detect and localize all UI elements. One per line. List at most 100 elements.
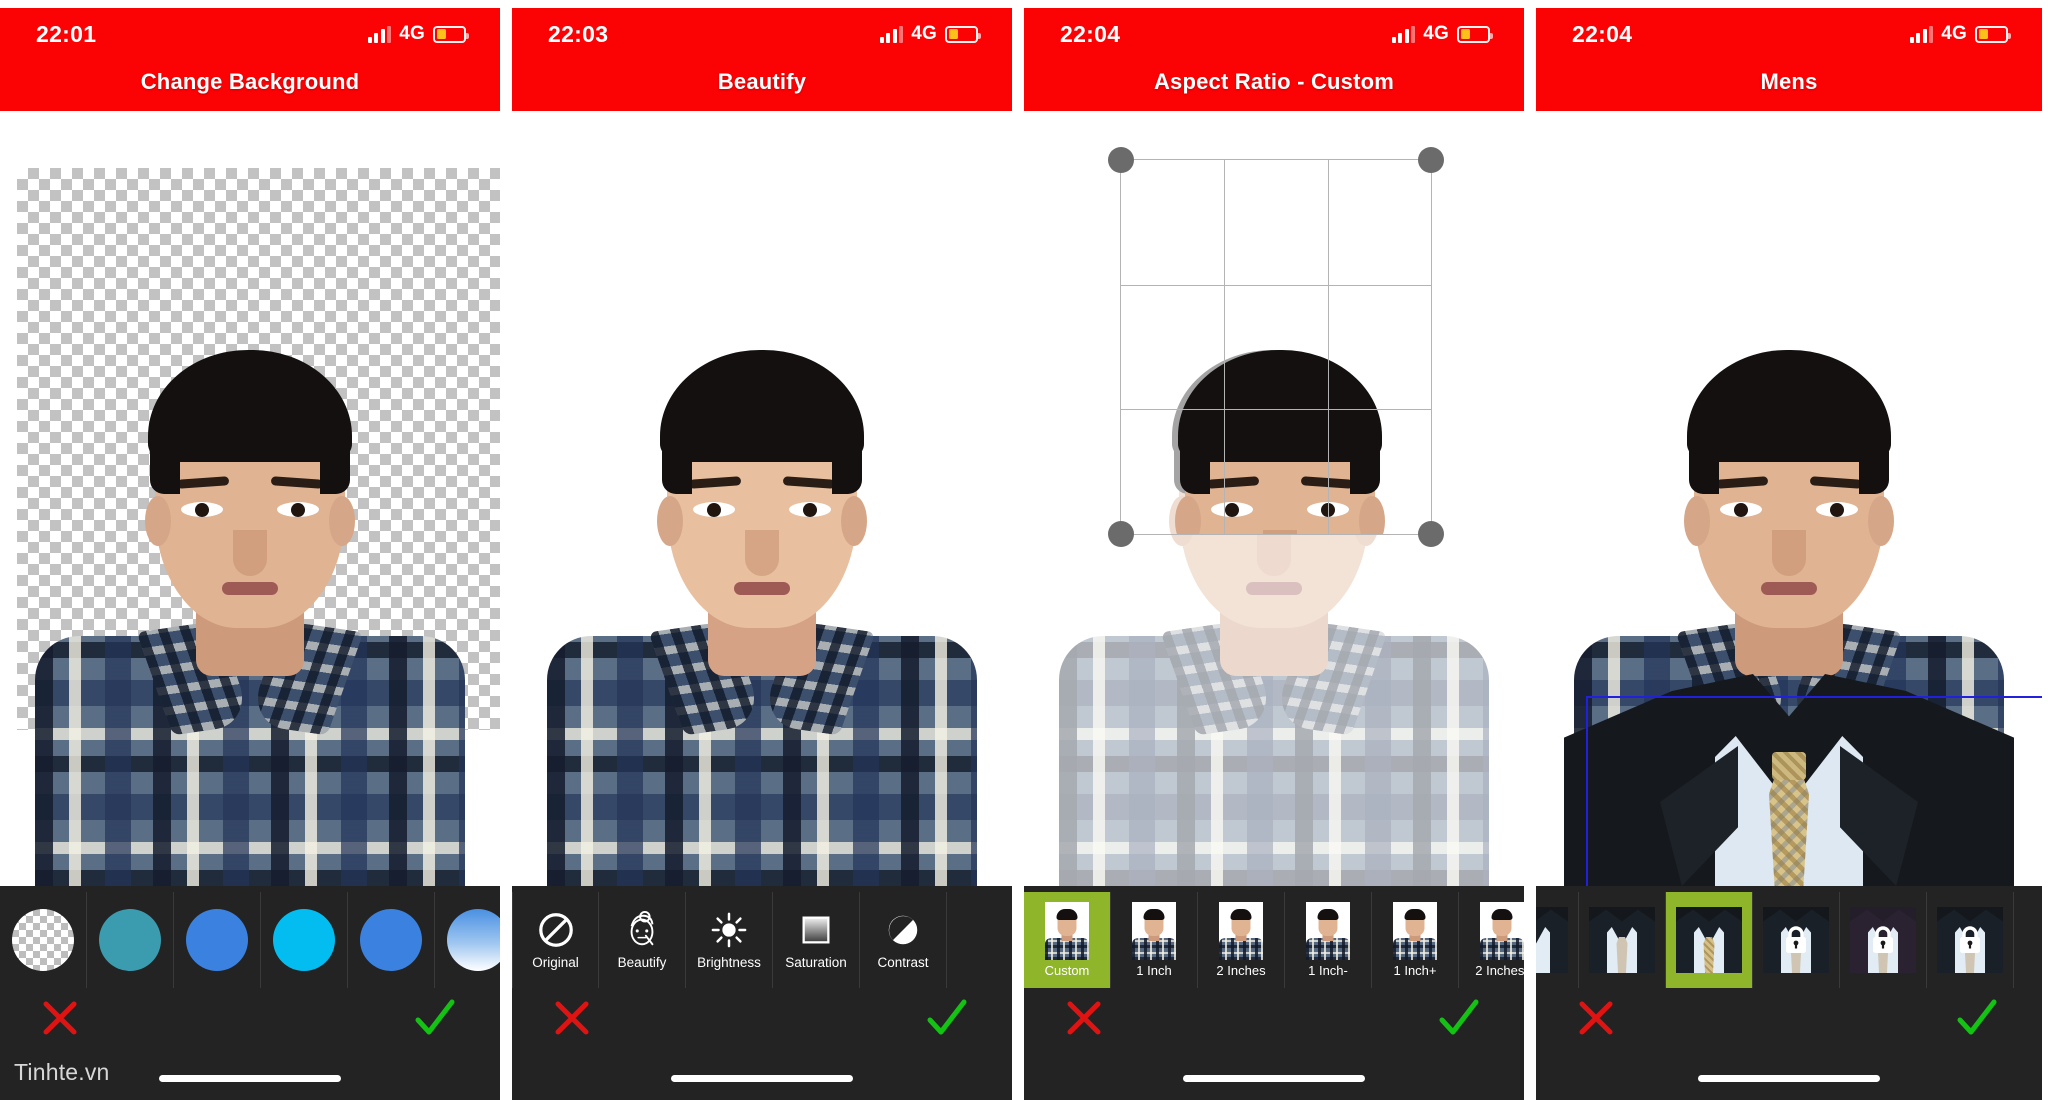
ratio-label: 1 Inch- [1308,963,1348,978]
lock-icon [1873,926,1893,953]
ratio-thumbnail [1219,902,1263,960]
ratio-item-2-inches[interactable]: 2 Inches [1198,892,1285,988]
crop-handle-bottom-left[interactable] [1108,521,1134,547]
ratio-preset-strip[interactable]: Custom 1 Inch 2 Inches 1 Inch- 1 Inch+ 2… [1024,892,1524,988]
app-header: 22:04 4G Mens [1536,8,2042,111]
ratio-item-1-inch-plus[interactable]: 1 Inch+ [1372,892,1459,988]
suit-thumbnail [1536,907,1568,973]
ratio-label: 1 Inch+ [1393,963,1437,978]
suit-item-3[interactable] [1666,892,1753,988]
person-figure [35,321,465,886]
tool-item-saturation[interactable]: Saturation [773,892,860,988]
status-time: 22:04 [1572,20,1633,47]
crop-handle-top-right[interactable] [1418,147,1444,173]
confirm-button[interactable] [410,994,458,1042]
home-indicator[interactable] [159,1075,341,1082]
suit-thumbnail [1589,907,1655,973]
ear-right [841,496,867,546]
cancel-button[interactable] [1572,994,1620,1042]
network-label: 4G [1941,23,1967,44]
photo-canvas[interactable] [1536,111,2042,886]
ratio-item-1-inch[interactable]: 1 Inch [1111,892,1198,988]
tool-item-original[interactable]: Original [512,892,599,988]
lock-icon [1960,926,1980,953]
cancel-button[interactable] [36,994,84,1042]
tool-item-beautify[interactable]: Beautify [599,892,686,988]
home-indicator[interactable] [671,1075,853,1082]
swatch-item-transparent[interactable] [0,892,87,988]
status-time: 22:03 [548,20,609,47]
confirm-row [1536,990,2042,1048]
status-right: 4G [1391,23,1493,45]
home-indicator[interactable] [1183,1075,1365,1082]
confirm-button[interactable] [1952,994,2000,1042]
network-label: 4G [1423,23,1449,44]
status-bar: 22:04 4G [1536,18,2042,50]
suit-item-2[interactable] [1579,892,1666,988]
suit-item-5[interactable] [1840,892,1927,988]
ear-right [329,496,355,546]
photo-canvas[interactable] [1024,111,1524,886]
ratio-thumbnail [1132,902,1176,960]
eye-right [1816,502,1858,517]
tool-item-contrast[interactable]: Contrast [860,892,947,988]
suit-overlay[interactable] [1564,674,2042,886]
ratio-item-1-inch-minus[interactable]: 1 Inch- [1285,892,1372,988]
eyebrow-right [1809,476,1863,489]
face-icon [630,910,654,945]
ratio-item-custom[interactable]: Custom [1024,892,1111,988]
crop-handle-top-left[interactable] [1108,147,1134,173]
swatch-item-royal-blue[interactable] [174,892,261,988]
eye-left [181,502,223,517]
page-title: Change Background [140,69,360,94]
crop-handle-bottom-right[interactable] [1418,521,1444,547]
suit-item-1[interactable] [1536,892,1579,988]
gradient-square-icon [802,916,830,943]
ear-left [145,496,171,546]
ratio-item-2-inches-minus[interactable]: 2 Inches- [1459,892,1524,988]
photo-canvas[interactable] [512,111,1012,886]
tool-item-brightness[interactable]: Brightness [686,892,773,988]
cancel-button[interactable] [1060,994,1108,1042]
eyebrow-left [176,476,230,489]
photo-canvas[interactable] [0,111,500,886]
person-figure [1564,321,2042,886]
swatch-item-blue[interactable] [348,892,435,988]
mouth [1761,582,1817,595]
swatch-item-blue-white-gradient[interactable] [435,892,500,988]
ratio-thumbnail [1306,902,1350,960]
portrait-photo [0,111,500,886]
confirm-row [1024,990,1524,1048]
suit-item-4[interactable] [1753,892,1840,988]
status-time: 22:01 [36,20,97,47]
suit-preset-strip[interactable] [1536,892,2042,988]
confirm-button[interactable] [922,994,970,1042]
battery-low-icon [1457,25,1493,43]
swatch-item-cyan[interactable] [261,892,348,988]
battery-low-icon [945,25,981,43]
ratio-label: Custom [1044,963,1090,978]
swatch-item-teal[interactable] [87,892,174,988]
portrait-photo [512,111,1012,886]
eyebrow-right [270,476,324,489]
status-right: 4G [367,23,469,45]
color-swatch-strip[interactable] [0,892,500,988]
home-indicator[interactable] [1698,1075,1880,1082]
eyebrow-right [782,476,836,489]
phone-screen-mens: 22:04 4G Mens [1536,0,2048,1100]
suit-item-6[interactable] [1927,892,2014,988]
status-right: 4G [879,23,981,45]
half-circle-icon [888,915,918,944]
adjust-tool-strip[interactable]: Original Beautify Brightness Saturation … [512,892,1012,988]
tool-label: Brightness [697,954,761,970]
crop-grid-hline-1 [1121,284,1431,286]
crop-grid-hline-2 [1121,409,1431,411]
network-label: 4G [911,23,937,44]
bottom-toolbar: Tinhte.vn [0,886,500,1100]
signal-bars-icon [367,25,392,43]
confirm-button[interactable] [1434,994,1482,1042]
transparent-swatch-icon [12,909,74,971]
cancel-button[interactable] [548,994,596,1042]
crop-box[interactable] [1108,147,1444,547]
necktie [1769,768,1809,886]
